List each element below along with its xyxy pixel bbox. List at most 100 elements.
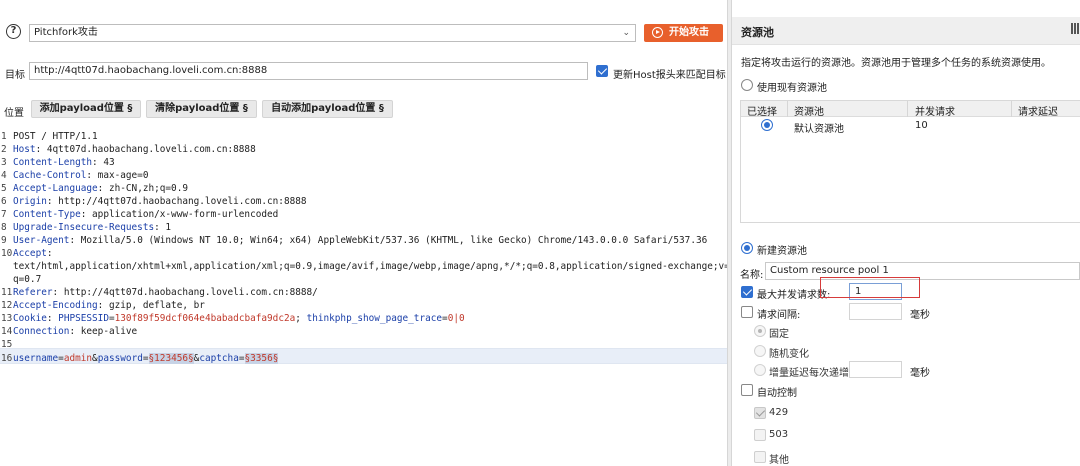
header-value: gzip, deflate, br xyxy=(103,300,205,311)
start-attack-label: 开始攻击 xyxy=(669,27,709,38)
highlight-annotation-box xyxy=(820,277,920,298)
body-part: username xyxy=(13,353,59,364)
header-key: Content-Length xyxy=(13,157,93,168)
header-colon: : xyxy=(46,248,53,259)
payload-marker: §3356§ xyxy=(244,353,279,364)
code-other-label: 其他 xyxy=(769,455,789,466)
fixed-delay-label: 固定 xyxy=(769,329,789,340)
code-429-checkbox[interactable] xyxy=(754,407,766,419)
help-icon[interactable]: ? xyxy=(6,24,21,39)
resource-pool-header: 资源池 xyxy=(732,17,1080,45)
code-other-checkbox[interactable] xyxy=(754,451,766,463)
payload-marker: §123456§ xyxy=(148,353,194,364)
body-part: password xyxy=(97,353,143,364)
header-value: 43 xyxy=(97,157,115,168)
target-label: 目标 xyxy=(5,70,25,81)
chevron-down-icon: ⌄ xyxy=(622,28,630,38)
random-delay-radio[interactable] xyxy=(754,345,766,357)
line-number: 8 xyxy=(1,222,7,233)
auto-throttle-label: 自动控制 xyxy=(757,388,797,399)
header-value: zh-CN,zh;q=0.9 xyxy=(103,183,188,194)
use-existing-pool-label: 使用现有资源池 xyxy=(757,83,827,94)
resource-pool-description: 指定将攻击运行的资源池。资源池用于管理多个任务的系统资源使用。 xyxy=(741,58,1051,69)
clear-payload-position-button[interactable]: 清除payload位置 § xyxy=(146,100,257,118)
request-interval-checkbox[interactable] xyxy=(741,306,753,318)
attack-type-select[interactable]: Pitchfork攻击 ⌄ xyxy=(29,24,636,42)
line-text: Connection: keep-alive xyxy=(13,325,137,338)
header-value: q=0.7 xyxy=(13,274,42,285)
request-editor[interactable]: 1 POST / HTTP/1.1 2 Host: 4qtt07d.haobachan… xyxy=(0,128,747,466)
create-new-pool-radio[interactable] xyxy=(741,242,753,254)
line-number: 6 xyxy=(1,196,7,207)
line-text: User-Agent: Mozilla/5.0 (Windows NT 10.0… xyxy=(13,234,707,247)
target-url-input[interactable]: http://4qtt07d.haobachang.loveli.com.cn:… xyxy=(29,62,588,80)
line-text: POST / HTTP/1.1 xyxy=(13,130,98,143)
cookie-part: PHPSESSID xyxy=(58,313,109,324)
code-503-checkbox[interactable] xyxy=(754,429,766,441)
line-text: Upgrade-Insecure-Requests: 1 xyxy=(13,221,171,234)
interval-ms-label: 毫秒 xyxy=(910,310,930,321)
header-key: User-Agent xyxy=(13,235,70,246)
header-value: 1 xyxy=(159,222,172,233)
play-icon xyxy=(652,27,663,38)
line-number: 14 xyxy=(1,326,13,337)
line-number: 5 xyxy=(1,183,7,194)
pool-name-label: 名称: xyxy=(740,270,764,281)
body-part: = xyxy=(238,353,245,364)
max-concurrent-checkbox[interactable] xyxy=(741,286,753,298)
start-attack-button[interactable]: 开始攻击 xyxy=(644,24,723,42)
line-text: username=admin&password=§123456§&captcha… xyxy=(13,352,279,365)
increment-delay-radio[interactable] xyxy=(754,364,766,376)
auto-payload-position-button[interactable]: 自动添加payload位置 § xyxy=(262,100,393,118)
pool-name-input[interactable]: Custom resource pool 1 xyxy=(765,262,1080,280)
line-text: Cookie: PHPSESSID=130f89f59dcf064e4babad… xyxy=(13,312,465,325)
intruder-config-pane: ? Pitchfork攻击 ⌄ 开始攻击 目标 http://4qtt07d.h… xyxy=(0,0,747,466)
request-line-text: POST / HTTP/1.1 xyxy=(13,131,98,142)
col-header-concurrent[interactable]: 并发请求 xyxy=(915,103,955,118)
increment-delay-input[interactable] xyxy=(849,361,902,378)
auto-throttle-checkbox[interactable] xyxy=(741,384,753,396)
header-key: Cache-Control xyxy=(13,170,87,181)
use-existing-pool-radio[interactable] xyxy=(741,79,753,91)
resource-pool-table: 已选择 资源池 并发请求 请求延迟 默认资源池 10 xyxy=(740,100,1080,223)
default-pool-radio[interactable] xyxy=(761,119,773,131)
col-header-selected[interactable]: 已选择 xyxy=(747,103,777,118)
code-503-label: 503 xyxy=(769,429,789,440)
line-number: 4 xyxy=(1,170,7,181)
header-key: Upgrade-Insecure-Requests xyxy=(13,222,155,233)
code-429-label: 429 xyxy=(769,407,789,418)
col-header-delay[interactable]: 请求延迟 xyxy=(1018,103,1058,118)
line-number: 16 xyxy=(1,353,13,364)
header-value: 4qtt07d.haobachang.loveli.com.cn:8888 xyxy=(41,144,256,155)
positions-label: 位置 xyxy=(4,108,24,119)
update-host-label: 更新Host报头来匹配目标 xyxy=(613,70,726,81)
line-text: q=0.7 xyxy=(13,273,41,286)
attack-type-value: Pitchfork攻击 xyxy=(34,27,98,38)
create-new-pool-label: 新建资源池 xyxy=(757,246,807,257)
header-key: Referer xyxy=(13,287,53,298)
line-number: 13 xyxy=(1,313,13,324)
line-text: Accept: xyxy=(13,247,53,260)
increment-ms-label: 毫秒 xyxy=(910,368,930,379)
line-number: 7 xyxy=(1,209,7,220)
request-interval-input[interactable] xyxy=(849,303,902,320)
header-key: Origin xyxy=(13,196,47,207)
header-value: http://4qtt07d.haobachang.loveli.com.cn:… xyxy=(58,287,318,298)
line-text: Host: 4qtt07d.haobachang.loveli.com.cn:8… xyxy=(13,143,256,156)
add-payload-position-button[interactable]: 添加payload位置 § xyxy=(31,100,141,118)
cookie-part: ; xyxy=(295,313,307,324)
update-host-checkbox[interactable] xyxy=(596,65,608,77)
col-header-pool[interactable]: 资源池 xyxy=(794,103,824,118)
line-text: Origin: http://4qtt07d.haobachang.loveli… xyxy=(13,195,307,208)
pool-concurrent-cell: 10 xyxy=(915,120,928,131)
random-delay-label: 随机变化 xyxy=(769,349,809,360)
header-value: application/x-www-form-urlencoded xyxy=(86,209,279,220)
header-key: Connection xyxy=(13,326,70,337)
line-number: 9 xyxy=(1,235,7,246)
header-value: Mozilla/5.0 (Windows NT 10.0; Win64; x64… xyxy=(75,235,708,246)
fixed-delay-radio[interactable] xyxy=(754,325,766,337)
panel-grip-icon[interactable] xyxy=(1071,23,1080,34)
line-text: text/html,application/xhtml+xml,applicat… xyxy=(13,260,747,273)
header-key: Content-Type xyxy=(13,209,81,220)
line-text: Cache-Control: max-age=0 xyxy=(13,169,148,182)
